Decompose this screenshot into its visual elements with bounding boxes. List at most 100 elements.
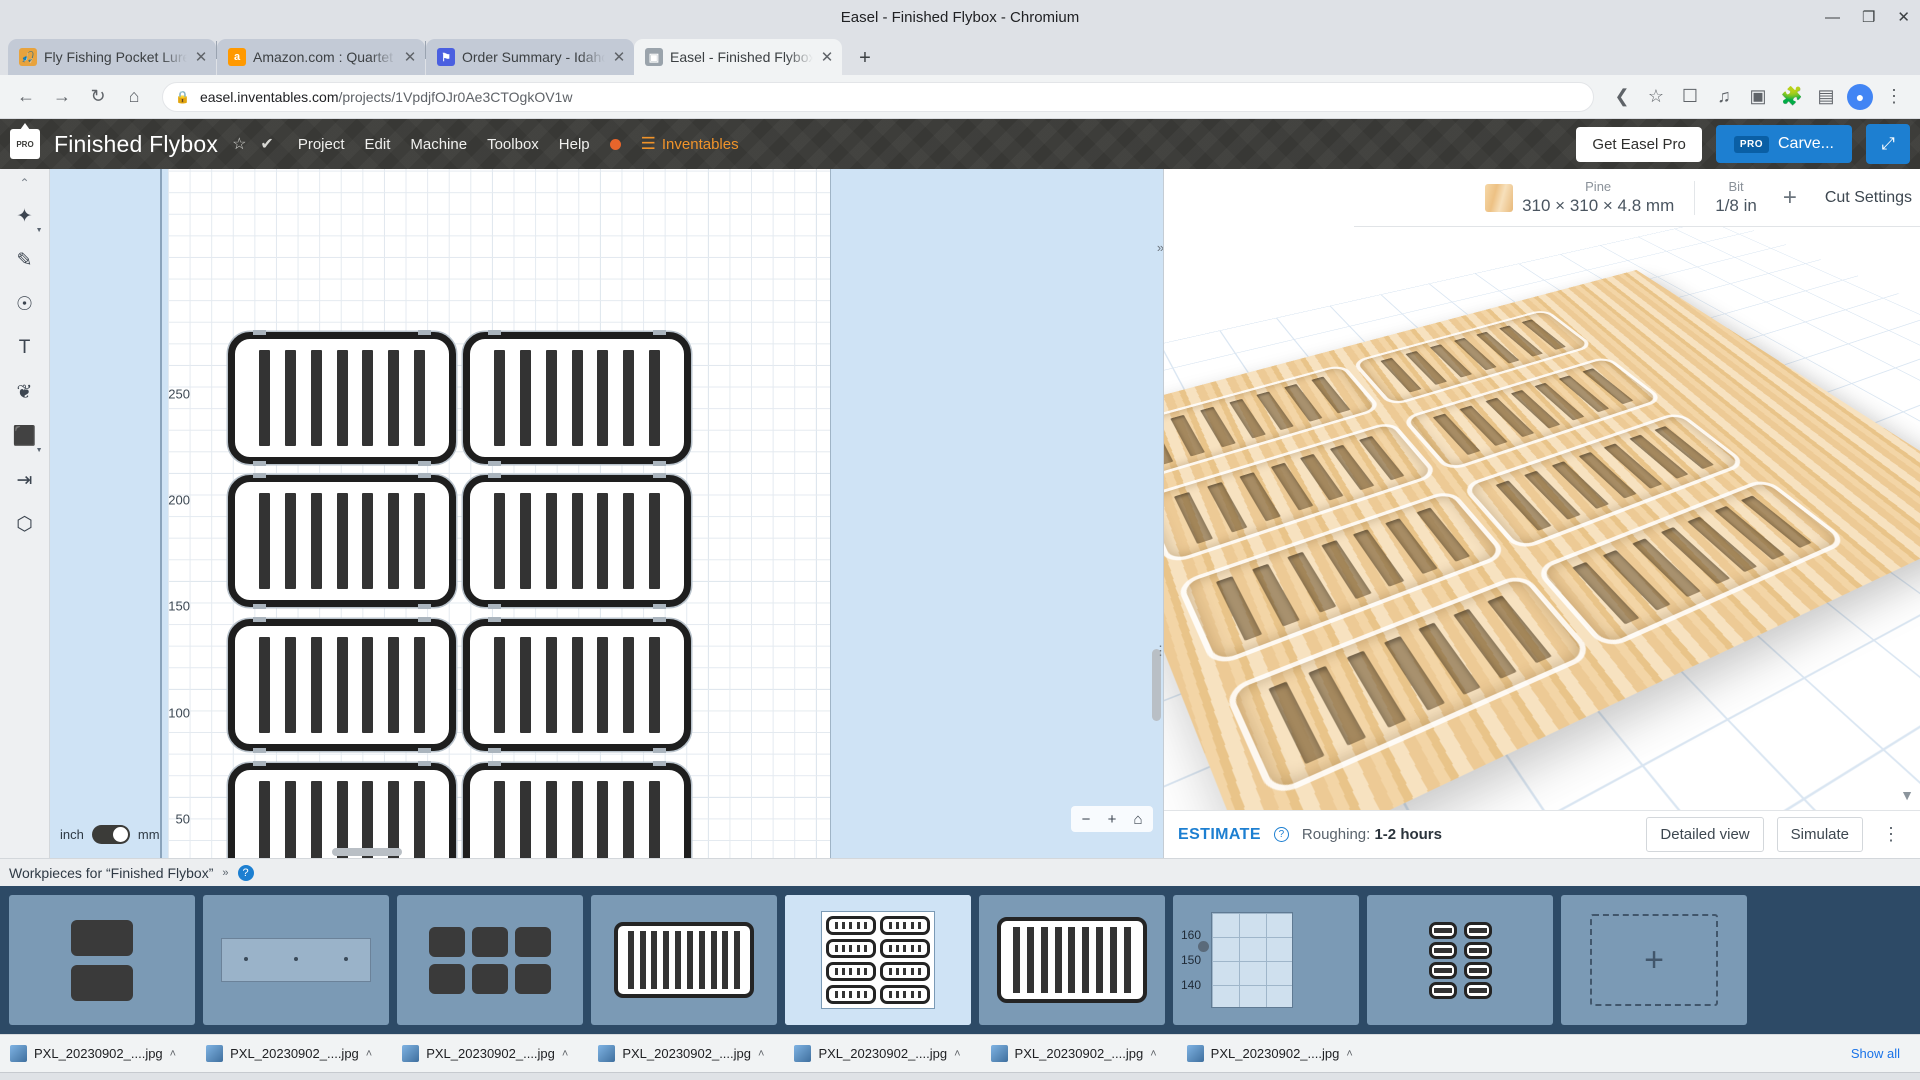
extensions-icon[interactable]: 🧩 <box>1776 81 1808 113</box>
download-item-3[interactable]: PXL_20230902_....jpg ˄ <box>598 1045 776 1062</box>
menu-project[interactable]: Project <box>298 136 345 153</box>
download-item-2[interactable]: PXL_20230902_....jpg ˄ <box>402 1045 580 1062</box>
close-window-button[interactable]: ✕ <box>1897 10 1910 25</box>
browser-tab-2[interactable]: ⚑ Order Summary - Idaho Depar ✕ <box>426 39 634 75</box>
fit-home-icon[interactable]: ⌂ <box>1125 808 1151 830</box>
favorite-star-icon[interactable]: ☆ <box>232 134 246 154</box>
canvas-horizontal-scrollbar[interactable] <box>332 848 402 856</box>
workpiece-two-trays[interactable] <box>9 895 195 1025</box>
zoom-out-button[interactable]: − <box>1073 808 1099 830</box>
expand-icon[interactable]: ⤢ <box>1866 124 1910 164</box>
workpiece-wide-slots[interactable] <box>591 895 777 1025</box>
tray-shape[interactable] <box>228 617 456 753</box>
panel-splitter-mid[interactable]: ⋮ <box>1154 638 1163 664</box>
tray-shape[interactable] <box>463 617 691 753</box>
pen-tool-icon[interactable]: ✎ <box>4 239 46 281</box>
workpiece-slot-panel[interactable] <box>979 895 1165 1025</box>
tray-shape[interactable] <box>463 330 691 466</box>
reload-icon[interactable]: ↻ <box>82 81 114 113</box>
tray-shape[interactable] <box>228 473 456 609</box>
cast-icon[interactable]: ☐ <box>1674 81 1706 113</box>
unit-switch[interactable] <box>91 825 130 844</box>
download-item-6[interactable]: PXL_20230902_....jpg ˄ <box>1186 1045 1365 1062</box>
menu-machine[interactable]: Machine <box>410 136 467 153</box>
chevron-down-icon[interactable]: » <box>222 867 228 879</box>
back-icon[interactable]: ← <box>10 81 42 113</box>
address-bar[interactable]: 🔒 easel.inventables.com/projects/1VpdjfO… <box>162 81 1594 112</box>
cut-settings-button[interactable]: Cut Settings <box>1825 189 1912 207</box>
3d-shape-tool-icon[interactable]: ⬛ ▼ <box>4 415 46 457</box>
close-icon[interactable]: ✕ <box>820 48 834 66</box>
carve-button[interactable]: PRO Carve... <box>1715 125 1852 163</box>
minimize-button[interactable]: — <box>1825 10 1840 25</box>
units-toggle[interactable]: inch mm <box>60 825 160 844</box>
download-item-5[interactable]: PXL_20230902_....jpg ˄ <box>990 1045 1169 1062</box>
menu-help[interactable]: Help <box>559 136 590 153</box>
add-workpiece-icon[interactable]: + <box>1590 914 1718 1006</box>
chevron-up-icon[interactable]: ˄ <box>366 1048 372 1060</box>
maximize-button[interactable]: ❐ <box>1862 10 1875 25</box>
help-icon[interactable]: ? <box>237 864 254 881</box>
avatar[interactable]: ● <box>1844 81 1876 113</box>
bit-info[interactable]: Bit 1/8 in <box>1715 179 1757 217</box>
close-icon[interactable]: ✕ <box>403 48 417 66</box>
chevron-up-icon[interactable]: ˄ <box>562 1048 568 1060</box>
material-info[interactable]: Pine 310 × 310 × 4.8 mm <box>1522 179 1674 217</box>
tray-shape[interactable] <box>463 761 691 858</box>
simulate-button[interactable]: Simulate <box>1776 817 1863 852</box>
detailed-view-button[interactable]: Detailed view <box>1646 817 1764 852</box>
browser-tab-1[interactable]: a Amazon.com : Quartet Cork T ✕ <box>217 39 425 75</box>
share-icon[interactable]: ❮ <box>1606 81 1638 113</box>
close-icon[interactable]: ✕ <box>194 48 208 66</box>
workpiece-dots[interactable] <box>203 895 389 1025</box>
chevron-up-icon[interactable]: ˄ <box>1346 1048 1352 1060</box>
drill-tool-icon[interactable]: ☉ <box>4 283 46 325</box>
workpiece-six-boxes[interactable] <box>397 895 583 1025</box>
download-item-0[interactable]: PXL_20230902_....jpg ˄ <box>10 1045 188 1062</box>
3d-stage[interactable]: ▲ ▼ <box>1164 169 1920 810</box>
add-bit-button[interactable]: + <box>1783 184 1797 212</box>
zoom-in-button[interactable]: + <box>1099 808 1125 830</box>
design-canvas-2d[interactable]: 250 200 150 100 50 0 0 50 100 150 200 25… <box>50 169 1164 858</box>
panel-splitter-top[interactable]: » <box>1155 234 1163 260</box>
forward-icon[interactable]: → <box>46 81 78 113</box>
chevron-up-icon[interactable]: ˄ <box>1150 1048 1156 1060</box>
show-all-downloads-link[interactable]: Show all <box>1851 1046 1910 1061</box>
get-easel-pro-button[interactable]: Get Easel Pro <box>1576 126 1702 162</box>
chevron-up-icon[interactable]: ˄ <box>170 1048 176 1060</box>
help-icon[interactable]: ? <box>1273 827 1289 842</box>
bookmark-star-icon[interactable]: ☆ <box>1640 81 1672 113</box>
material-swatch[interactable] <box>1485 183 1514 212</box>
browser-menu-icon[interactable]: ⋮ <box>1878 81 1910 113</box>
text-tool-icon[interactable]: T <box>4 327 46 369</box>
workpiece-ruler-grid[interactable]: 160 150 140 <box>1173 895 1359 1025</box>
tray-shape[interactable] <box>463 473 691 609</box>
menu-edit[interactable]: Edit <box>365 136 391 153</box>
translate-icon[interactable]: ▣ <box>1742 81 1774 113</box>
home-icon[interactable]: ⌂ <box>118 81 150 113</box>
menu-toolbox[interactable]: Toolbox <box>487 136 539 153</box>
rail-collapse-icon[interactable]: ⌃ <box>19 173 29 193</box>
cube-tool-icon[interactable]: ⬡ <box>4 503 46 545</box>
tray-shape[interactable] <box>228 761 456 858</box>
browser-tab-0[interactable]: 🎣 Fly Fishing Pocket Lure Box - In ✕ <box>8 39 216 75</box>
chevron-up-icon[interactable]: ˄ <box>954 1048 960 1060</box>
workpiece-comb-pair[interactable] <box>1367 895 1553 1025</box>
chevron-up-icon[interactable]: ˄ <box>758 1048 764 1060</box>
download-item-1[interactable]: PXL_20230902_....jpg ˄ <box>206 1045 384 1062</box>
apps-tool-icon[interactable]: ❦ <box>4 371 46 413</box>
media-icon[interactable]: ♫ <box>1708 81 1740 113</box>
download-item-4[interactable]: PXL_20230902_....jpg ˄ <box>794 1045 972 1062</box>
import-tool-icon[interactable]: ⇥ <box>4 459 46 501</box>
new-tab-button[interactable]: + <box>848 41 882 75</box>
window-icon[interactable]: ▤ <box>1810 81 1842 113</box>
browser-tab-3-active[interactable]: ▣ Easel - Finished Flybox ✕ <box>634 39 842 75</box>
shapes-tool-icon[interactable]: ✦ ▼ <box>4 195 46 237</box>
close-icon[interactable]: ✕ <box>612 48 626 66</box>
tray-shape[interactable] <box>228 330 456 466</box>
inventables-link[interactable]: ☰ Inventables <box>641 134 739 154</box>
3d-scroll-down-icon[interactable]: ▼ <box>1898 786 1916 804</box>
workpiece-eight-trays[interactable] <box>785 895 971 1025</box>
workpiece-add-new[interactable]: + <box>1561 895 1747 1025</box>
more-options-icon[interactable]: ⋮ <box>1876 824 1906 845</box>
